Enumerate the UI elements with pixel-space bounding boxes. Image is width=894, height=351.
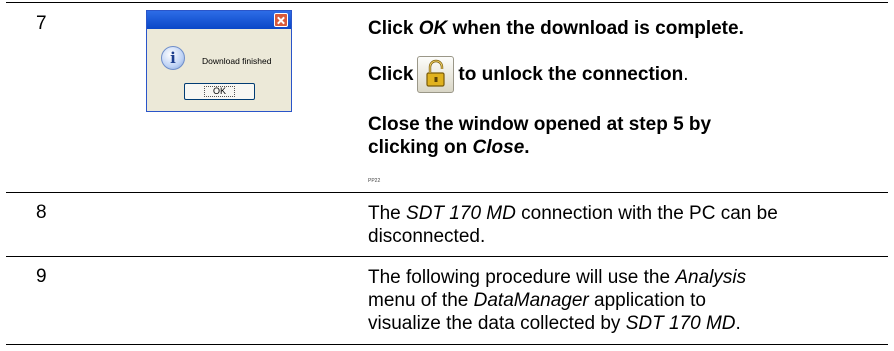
step7-line2-period: . [683,64,689,85]
step7-line2: Click to unlock the connection. [368,55,689,95]
step9-line1-analysis: Analysis [675,267,747,288]
step7-line3-b-close: Close [472,137,525,158]
step7-line1-ok: OK [418,18,448,39]
download-finished-dialog: i Download finished OK [146,10,292,112]
step9-text: The following procedure will use the Ana… [368,266,746,335]
step9-line1-pre: The following procedure will use the [368,267,676,288]
figure-code: PP22 [368,178,381,184]
step9-line2: menu of the DataManager application to [368,289,746,312]
dialog-titlebar [147,11,291,29]
step7-line3-a: Close the window opened at step 5 by [368,114,712,135]
unlock-icon [417,56,455,94]
step8-line1-post: connection with the PC can be [515,203,778,224]
close-icon[interactable] [274,13,288,27]
row8-rule [6,256,888,257]
step-9-number: 9 [36,266,47,287]
step8-text: The SDT 170 MD connection with the PC ca… [368,202,778,248]
step7-line3-b: clicking on Close. [368,136,711,159]
step7-line2-post: to unlock the connection [458,64,684,85]
step7-line1-post: when the download is complete. [447,18,744,39]
step9-line2-datamanager: DataManager [473,290,589,311]
step9-line1: The following procedure will use the Ana… [368,266,746,289]
step7-line3: Close the window opened at step 5 by cli… [368,113,711,159]
step7-line1: Click OK when the download is complete. [368,17,744,40]
dialog-ok-button[interactable]: OK [184,83,255,100]
step9-line2-pre: menu of the [368,290,474,311]
step-7-number: 7 [36,13,47,34]
step7-line3-b-post: . [524,137,530,158]
step9-line2-post: application to [588,290,706,311]
top-rule [6,2,888,3]
row7-rule [6,192,888,193]
step8-line2: disconnected. [368,226,486,247]
step9-line3: visualize the data collected by SDT 170 … [368,312,746,335]
dialog-ok-label: OK [203,86,235,97]
step7-line3-b-pre: clicking on [368,137,473,158]
step-8-number: 8 [36,202,47,223]
step8-line1-pre: The [368,203,407,224]
step8-line1-device: SDT 170 MD [406,203,516,224]
step7-line1-pre: Click [368,18,419,39]
step9-line3-post: . [735,313,741,334]
step8-line1: The SDT 170 MD connection with the PC ca… [368,202,778,225]
step7-line2-pre: Click [368,64,414,85]
dialog-message: Download finished [202,56,272,66]
step9-line3-pre: visualize the data collected by [368,313,626,334]
bottom-rule [6,344,888,345]
info-icon: i [161,46,185,70]
step9-line3-device: SDT 170 MD [625,313,736,334]
